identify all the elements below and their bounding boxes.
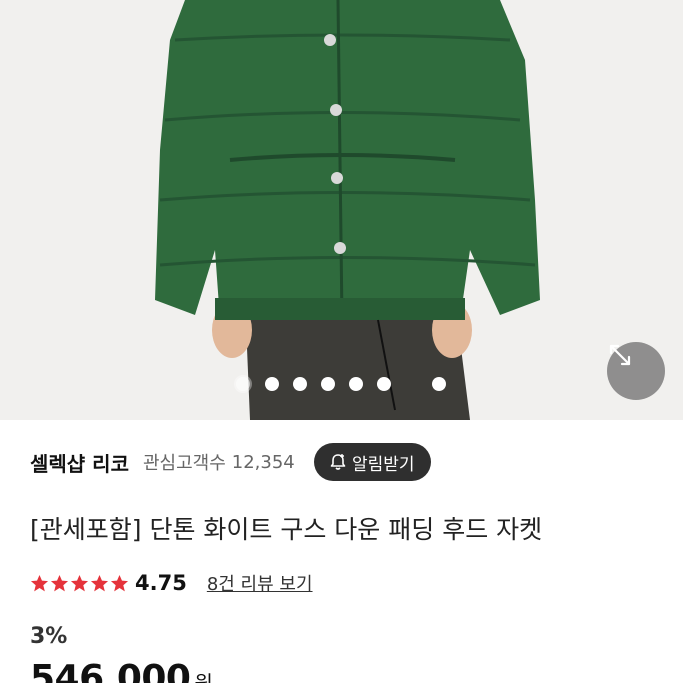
jacket-photo xyxy=(0,0,683,420)
alert-button-label: 알림받기 xyxy=(352,454,415,475)
carousel-dot[interactable] xyxy=(321,377,335,391)
carousel-dot[interactable] xyxy=(349,377,363,391)
product-image[interactable] xyxy=(0,0,683,420)
review-link[interactable]: 8건 리뷰 보기 xyxy=(207,570,313,596)
carousel-dot[interactable] xyxy=(236,377,250,391)
alert-subscribe-button[interactable]: 알림받기 xyxy=(314,443,431,481)
bell-plus-icon xyxy=(328,452,348,472)
expand-button[interactable] xyxy=(607,342,665,400)
currency: 원 xyxy=(194,671,213,683)
price-row: 546,000 원 xyxy=(30,658,213,683)
star-icon xyxy=(30,574,49,591)
rating-stars xyxy=(30,574,129,593)
star-icon xyxy=(110,574,129,591)
follower-count: 12,354 xyxy=(231,451,295,473)
rating-row: 4.75 8건 리뷰 보기 xyxy=(30,570,313,596)
rating-value: 4.75 xyxy=(135,571,187,595)
price: 546,000 xyxy=(30,658,191,683)
product-title: [관세포함] 단톤 화이트 구스 다운 패딩 후드 자켓 xyxy=(30,515,543,544)
carousel-dot[interactable] xyxy=(293,377,307,391)
carousel-dot[interactable] xyxy=(432,377,446,391)
seller-name[interactable]: 셀렉샵 리코 xyxy=(30,448,129,477)
follower-label: 관심고객수 xyxy=(142,453,226,474)
star-icon xyxy=(50,574,69,591)
discount-rate: 3% xyxy=(30,624,68,649)
carousel-dot[interactable] xyxy=(265,377,279,391)
star-icon xyxy=(70,574,89,591)
star-icon xyxy=(90,574,109,591)
carousel-dot[interactable] xyxy=(377,377,391,391)
carousel-indicator xyxy=(0,377,683,393)
seller-row: 셀렉샵 리코 관심고객수 12,354 알림받기 xyxy=(30,443,660,481)
expand-diagonal-icon xyxy=(609,344,631,366)
